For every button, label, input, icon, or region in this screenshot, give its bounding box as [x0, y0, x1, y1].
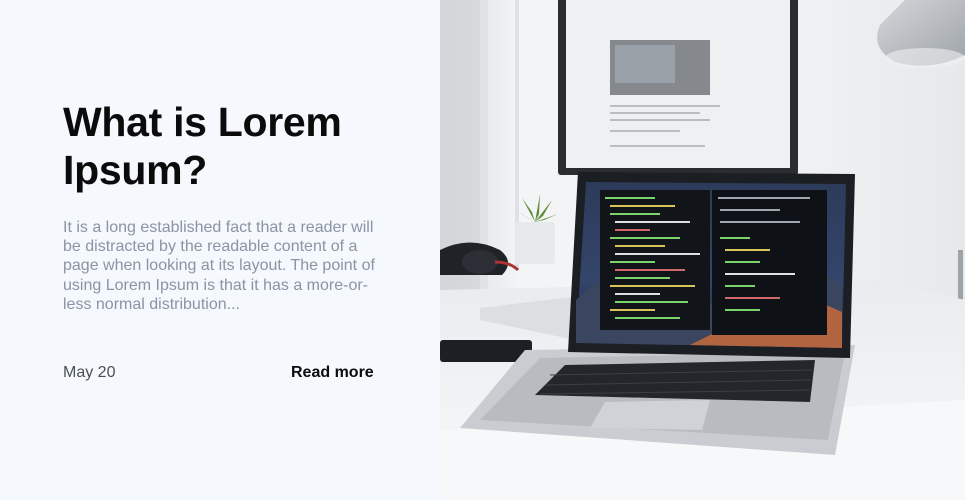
laptop-desk-photo — [440, 0, 965, 500]
card-text-panel: What is Lorem Ipsum? It is a long establ… — [0, 0, 440, 500]
blog-card: What is Lorem Ipsum? It is a long establ… — [0, 0, 965, 500]
post-image[interactable] — [440, 0, 965, 500]
post-title[interactable]: What is Lorem Ipsum? — [63, 98, 393, 194]
read-more-link[interactable]: Read more — [291, 363, 374, 382]
post-excerpt: It is a long established fact that a rea… — [63, 219, 375, 313]
post-date: May 20 — [63, 364, 116, 381]
